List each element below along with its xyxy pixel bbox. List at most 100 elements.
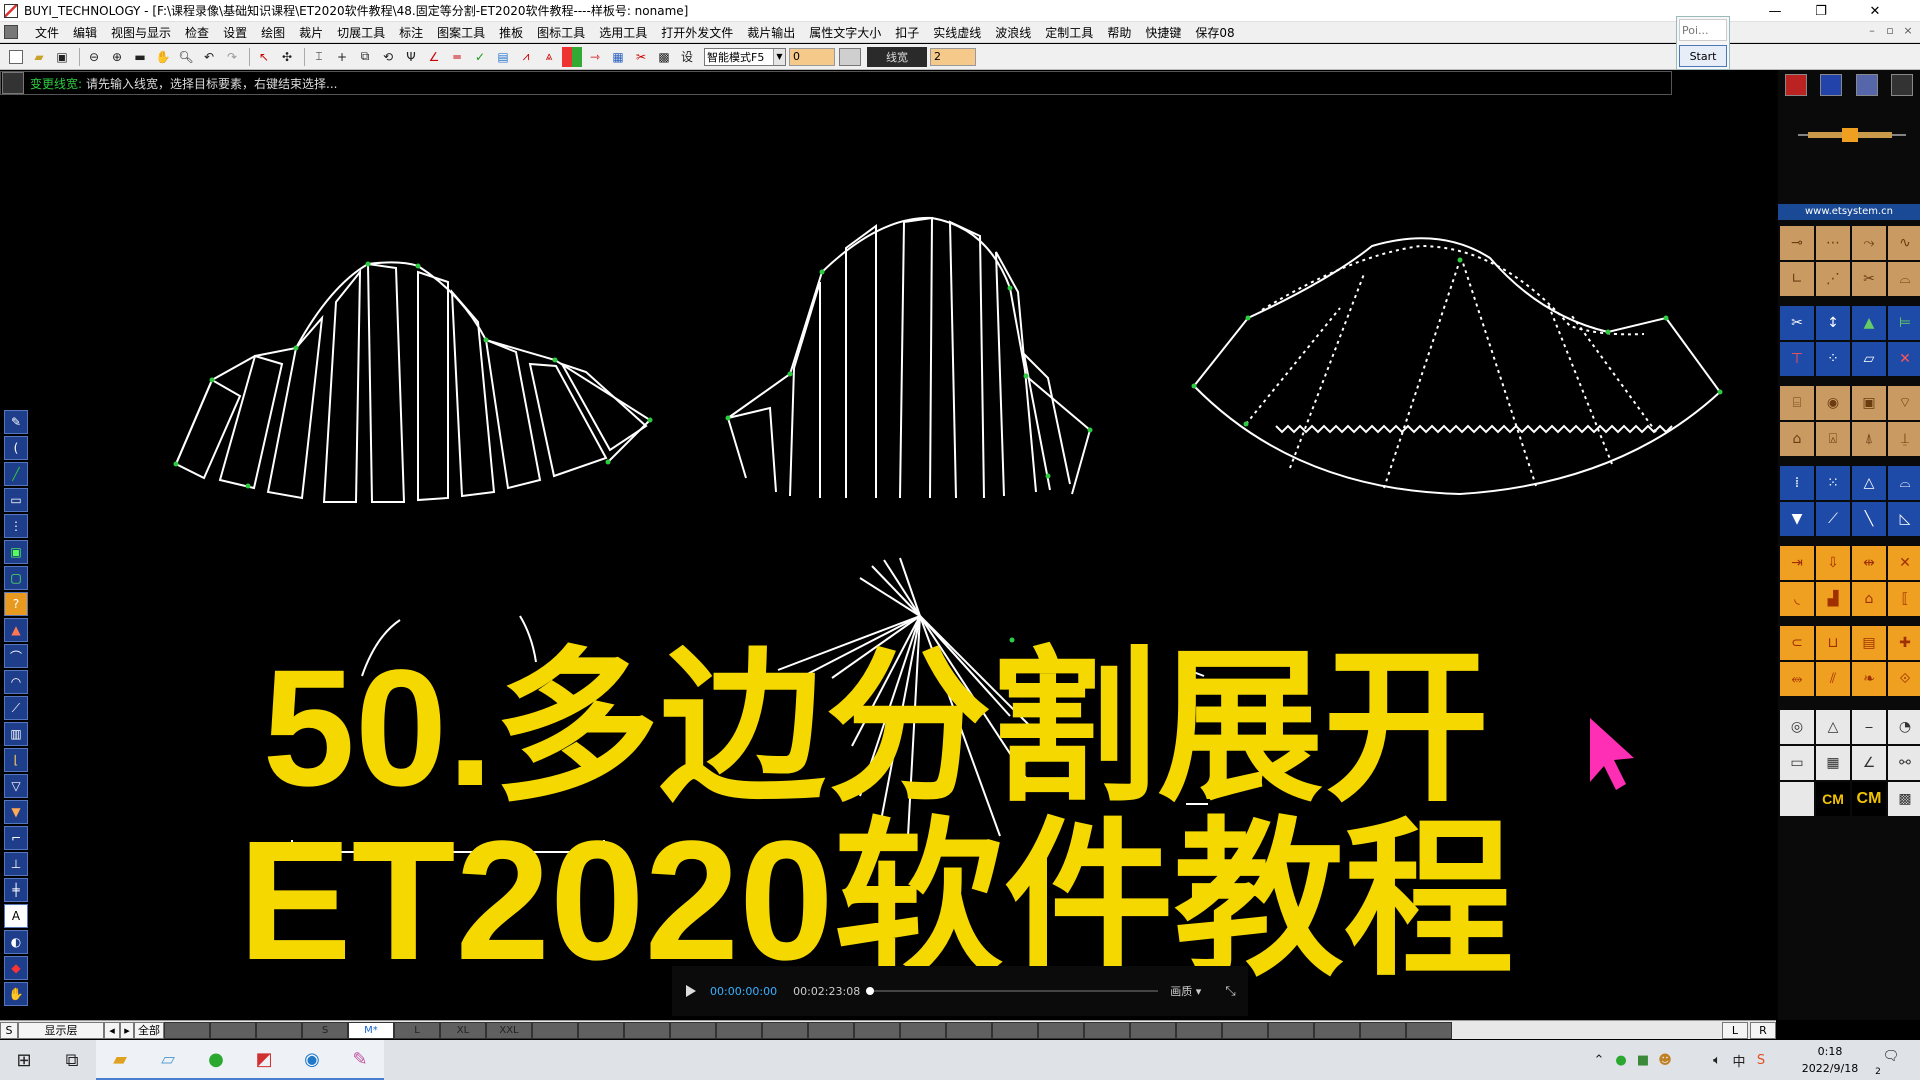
delete-tool-icon[interactable]: ✕ [1888,342,1920,376]
grid-icon[interactable]: ▦ [608,47,628,67]
label-tool-icon[interactable]: ⟐ [1888,662,1920,696]
menu-item[interactable]: 切展工具 [330,24,392,41]
curve-tool-icon[interactable]: ∿ [1888,226,1920,260]
size-cell[interactable]: L [394,1021,440,1039]
measure-line-icon[interactable]: ⎯ [1852,710,1886,744]
size-cell-empty[interactable] [992,1021,1038,1039]
size-cell-empty[interactable] [900,1021,946,1039]
slash-tool-icon[interactable]: ╲ [1852,502,1886,536]
size-cell-empty[interactable] [762,1021,808,1039]
calculator-icon[interactable]: ▩ [654,47,674,67]
edge-tool-icon[interactable]: ◺ [1888,502,1920,536]
scatter-tool-icon[interactable]: ⁘ [1816,342,1850,376]
size-cell[interactable]: S [302,1021,348,1039]
fold-tool-icon[interactable]: ⏥ [1852,342,1886,376]
download-tool-icon[interactable]: ⇩ [1816,546,1850,580]
cut-icon[interactable]: ⇾ [585,47,605,67]
branch-icon[interactable]: Ψ [401,47,421,67]
size-cell-empty[interactable] [1038,1021,1084,1039]
taskbar-clock[interactable]: 0:18 2022/9/18 [1798,1043,1862,1077]
collar-tool-icon[interactable]: ⌔ [1888,386,1920,420]
arc-icon[interactable]: ⌒ [4,644,28,668]
marker-icon[interactable]: ◐ [4,930,28,954]
et-cad-app-icon[interactable]: ◩ [240,1040,288,1080]
dome-tool-icon[interactable]: ⌓ [1888,466,1920,500]
mdi-close-icon[interactable]: × [1900,24,1916,37]
size-cell-empty[interactable] [670,1021,716,1039]
size-cell[interactable]: M* [348,1021,394,1039]
angle-tool-icon[interactable]: ∟ [1780,262,1814,296]
redo-icon[interactable]: ↷ [222,47,242,67]
menu-item[interactable]: 图案工具 [430,24,492,41]
size-cell-empty[interactable] [946,1021,992,1039]
angle-line-icon[interactable]: ∠ [424,47,444,67]
unit-toggle-icon[interactable] [1780,782,1814,816]
line-icon[interactable]: ╱ [4,462,28,486]
size-cell-empty[interactable] [854,1021,900,1039]
left-side-button[interactable]: L [1722,1021,1748,1039]
fit-screen-icon[interactable]: ▬ [130,47,150,67]
pen-icon[interactable]: ✎ [4,410,28,434]
windows-start-icon[interactable]: ⊞ [0,1040,48,1080]
ruler-tool-icon[interactable]: ▭ [1780,746,1814,780]
align-tool-icon[interactable]: ⊨ [1888,306,1920,340]
cut-tool-icon[interactable]: ⤳ [1852,226,1886,260]
import-tool-icon[interactable]: ⇥ [1780,546,1814,580]
sewing-machine-icon[interactable]: ⌸ [1780,386,1814,420]
ruler-icon[interactable]: ⊥ [4,852,28,876]
stamp-icon[interactable]: ▥ [4,722,28,746]
size-s-toggle[interactable]: S [0,1021,18,1039]
text-icon[interactable]: A [4,904,28,928]
panel-tool-icon[interactable]: ▤ [1852,626,1886,660]
corner-icon[interactable]: ⌊ [4,748,28,772]
notification-icon[interactable]: 🗨︎2 [1875,1049,1902,1077]
menu-item[interactable]: 标注 [392,24,430,41]
chart-tool-icon[interactable]: ▟ [1816,582,1850,616]
size-cell-empty[interactable] [532,1021,578,1039]
progress-track[interactable] [866,987,1159,995]
pin-tool-icon[interactable]: ⊤ [1780,342,1814,376]
zoom-window-icon[interactable]: 🔍︎ [176,47,196,67]
triangle-ruler-icon[interactable]: △ [1816,710,1850,744]
split-tool-icon[interactable]: ⇹ [1852,546,1886,580]
size-cell-empty[interactable] [1084,1021,1130,1039]
move-tool-icon[interactable]: ↕ [1816,306,1850,340]
size-cell[interactable] [164,1021,210,1039]
button-tool-icon[interactable]: ◉ [1816,386,1850,420]
dart-icon[interactable]: ⩘ [516,47,536,67]
wechat-tray-icon[interactable]: ● [1610,1049,1632,1071]
check-icon[interactable]: ✓ [470,47,490,67]
size-cell[interactable] [210,1021,256,1039]
bag-tool-icon[interactable]: ⌂ [1780,422,1814,456]
pocket-tool-icon[interactable]: ▣ [1852,386,1886,420]
frame-icon[interactable]: ▢ [4,566,28,590]
open-folder-icon[interactable]: ▰ [29,47,49,67]
file-explorer-icon[interactable]: ▰ [96,1040,144,1080]
cup-tool-icon[interactable]: ⊔ [1816,626,1850,660]
cuff-tool-icon[interactable]: ⍓ [1816,422,1850,456]
menu-item[interactable]: 扣子 [888,24,926,41]
rectangle-icon[interactable]: ▭ [4,488,28,512]
shirt-tool-icon[interactable]: ▲ [1852,306,1886,340]
size-cell-empty[interactable] [808,1021,854,1039]
node-tool-icon[interactable]: ⚯ [1888,746,1920,780]
tape-tool-icon[interactable]: ◎ [1780,710,1814,744]
menu-item[interactable]: 推板 [492,24,530,41]
shape-icon[interactable]: ▲ [4,618,28,642]
picker-button[interactable] [839,47,861,66]
gear-icon[interactable] [1855,74,1878,96]
bracket-icon[interactable]: ⌐ [4,826,28,850]
size-cell-empty[interactable] [1406,1021,1452,1039]
arc-point-icon[interactable]: ◠ [4,670,28,694]
measure-icon[interactable]: ⩓ [539,47,559,67]
chevron-down-icon[interactable]: ▼ [773,48,785,65]
linewidth-input[interactable]: 2 [930,47,976,66]
size-cell-empty[interactable] [578,1021,624,1039]
clip-tool-icon[interactable]: ✂ [1780,306,1814,340]
unit-cm-label[interactable]: CM [1816,782,1850,816]
zoom-out-icon[interactable]: ⊖ [84,47,104,67]
dart-tool-icon[interactable]: ▼ [1780,502,1814,536]
volume-icon[interactable]: 🔈︎ [1706,1049,1728,1071]
menu-item[interactable]: 设置 [216,24,254,41]
curve-icon[interactable]: ( [4,436,28,460]
